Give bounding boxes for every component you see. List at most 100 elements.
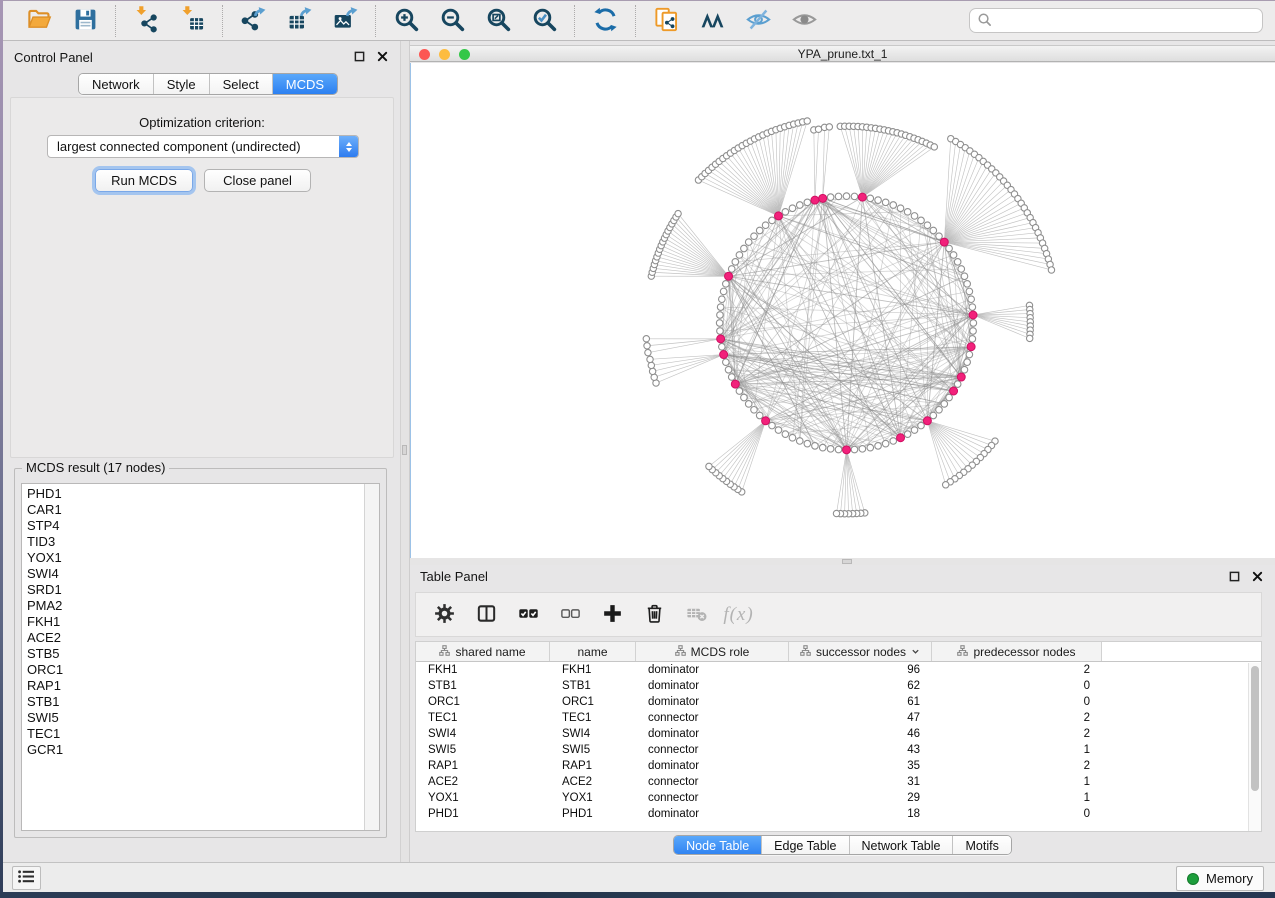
column-header-successor-nodes[interactable]: successor nodes xyxy=(789,642,932,661)
tab-motifs[interactable]: Motifs xyxy=(952,836,1010,855)
table-row[interactable]: TEC1TEC1connector472 xyxy=(416,710,1261,726)
export-image-button[interactable] xyxy=(326,4,364,38)
tab-edge-table[interactable]: Edge Table xyxy=(761,836,848,855)
mcds-result-item[interactable]: TEC1 xyxy=(22,726,364,742)
float-panel-button[interactable] xyxy=(353,50,366,63)
delete-row-button[interactable] xyxy=(638,598,671,631)
splitter-grip[interactable] xyxy=(842,559,852,564)
gear-button[interactable] xyxy=(428,598,461,631)
zoom-fit-button[interactable] xyxy=(479,4,517,38)
mcds-node[interactable] xyxy=(762,417,770,425)
window-minimize-button[interactable] xyxy=(439,49,450,60)
close-panel-button[interactable]: Close panel xyxy=(204,169,311,192)
network-svg[interactable] xyxy=(411,63,1275,558)
network-canvas[interactable] xyxy=(410,63,1275,558)
mcds-node[interactable] xyxy=(843,446,851,454)
mcds-result-item[interactable]: GCR1 xyxy=(22,742,364,758)
mcds-node[interactable] xyxy=(950,387,958,395)
tab-node-table[interactable]: Node Table xyxy=(674,836,761,855)
mcds-node[interactable] xyxy=(969,311,977,319)
result-list-scrollbar[interactable] xyxy=(364,484,379,830)
mcds-result-item[interactable]: STP4 xyxy=(22,518,364,534)
mcds-result-item[interactable]: SWI5 xyxy=(22,710,364,726)
float-panel-button[interactable] xyxy=(1228,570,1241,583)
save-session-button[interactable] xyxy=(66,4,104,38)
network-window-titlebar[interactable]: YPA_prune.txt_1 xyxy=(410,45,1275,62)
memory-button[interactable]: Memory xyxy=(1176,866,1264,891)
mcds-node[interactable] xyxy=(858,193,866,201)
import-network-button[interactable] xyxy=(127,4,165,38)
table-row[interactable]: STB1STB1dominator620 xyxy=(416,678,1261,694)
mcds-result-item[interactable]: TID3 xyxy=(22,534,364,550)
tab-select[interactable]: Select xyxy=(209,74,272,94)
mcds-result-item[interactable]: STB1 xyxy=(22,694,364,710)
refresh-view-button[interactable] xyxy=(586,4,624,38)
mcds-node[interactable] xyxy=(720,351,728,359)
mcds-result-item[interactable]: STB5 xyxy=(22,646,364,662)
tab-mcds[interactable]: MCDS xyxy=(272,74,337,94)
table-row[interactable]: SWI4SWI4dominator462 xyxy=(416,726,1261,742)
search-box[interactable] xyxy=(969,8,1263,33)
export-table-button[interactable] xyxy=(280,4,318,38)
mcds-node[interactable] xyxy=(967,343,975,351)
mcds-result-item[interactable]: PHD1 xyxy=(22,486,364,502)
tab-network-table[interactable]: Network Table xyxy=(849,836,953,855)
window-close-button[interactable] xyxy=(419,49,430,60)
table-row[interactable]: ACE2ACE2connector311 xyxy=(416,774,1261,790)
optimization-select[interactable]: largest connected component (undirected) xyxy=(47,135,359,158)
table-row[interactable]: YOX1YOX1connector291 xyxy=(416,790,1261,806)
column-header-predecessor-nodes[interactable]: predecessor nodes xyxy=(932,642,1102,661)
column-header-MCDS-role[interactable]: MCDS role xyxy=(636,642,789,661)
select-all-button[interactable] xyxy=(512,598,545,631)
vertical-splitter[interactable] xyxy=(400,41,410,862)
search-input[interactable] xyxy=(996,14,1255,28)
table-row[interactable]: ORC1ORC1dominator610 xyxy=(416,694,1261,710)
mcds-result-item[interactable]: ORC1 xyxy=(22,662,364,678)
mcds-node[interactable] xyxy=(819,194,827,202)
first-neighbors-button[interactable] xyxy=(693,4,731,38)
mcds-result-item[interactable]: SWI4 xyxy=(22,566,364,582)
mcds-result-item[interactable]: RAP1 xyxy=(22,678,364,694)
mcds-node[interactable] xyxy=(897,434,905,442)
close-panel-icon[interactable] xyxy=(1251,570,1264,583)
panel-menu-button[interactable] xyxy=(12,866,41,890)
mcds-result-item[interactable]: PMA2 xyxy=(22,598,364,614)
mcds-result-item[interactable]: ACE2 xyxy=(22,630,364,646)
import-table-button[interactable] xyxy=(173,4,211,38)
table-row[interactable]: SWI5SWI5connector431 xyxy=(416,742,1261,758)
horizontal-splitter[interactable] xyxy=(410,558,1275,565)
export-network-button[interactable] xyxy=(234,4,272,38)
deselect-all-button[interactable] xyxy=(554,598,587,631)
column-header-name[interactable]: name xyxy=(550,642,636,661)
mcds-result-item[interactable]: YOX1 xyxy=(22,550,364,566)
mcds-node[interactable] xyxy=(725,272,733,280)
mcds-node[interactable] xyxy=(811,196,819,204)
close-panel-icon[interactable] xyxy=(376,50,389,63)
splitter-grip[interactable] xyxy=(402,445,407,455)
column-header-shared-name[interactable]: shared name xyxy=(416,642,550,661)
hide-selected-button[interactable] xyxy=(739,4,777,38)
split-view-button[interactable] xyxy=(470,598,503,631)
zoom-in-button[interactable] xyxy=(387,4,425,38)
run-mcds-button[interactable]: Run MCDS xyxy=(95,169,193,192)
mcds-result-item[interactable]: CAR1 xyxy=(22,502,364,518)
open-session-button[interactable] xyxy=(20,4,58,38)
table-row[interactable]: PHD1PHD1dominator180 xyxy=(416,806,1261,822)
mcds-result-item[interactable]: SRD1 xyxy=(22,582,364,598)
add-row-button[interactable] xyxy=(596,598,629,631)
scrollbar-thumb[interactable] xyxy=(1251,666,1259,791)
mcds-node[interactable] xyxy=(717,335,725,343)
tab-style[interactable]: Style xyxy=(153,74,209,94)
show-all-button[interactable] xyxy=(785,4,823,38)
mcds-node[interactable] xyxy=(940,238,948,246)
table-row[interactable]: FKH1FKH1dominator962 xyxy=(416,662,1261,678)
table-row[interactable]: RAP1RAP1dominator352 xyxy=(416,758,1261,774)
table-scrollbar[interactable] xyxy=(1248,663,1261,831)
zoom-selected-button[interactable] xyxy=(525,4,563,38)
duplicate-network-button[interactable] xyxy=(647,4,685,38)
window-zoom-button[interactable] xyxy=(459,49,470,60)
mcds-node[interactable] xyxy=(923,417,931,425)
tab-network[interactable]: Network xyxy=(79,74,153,94)
mcds-result-item[interactable]: FKH1 xyxy=(22,614,364,630)
mcds-node[interactable] xyxy=(957,373,965,381)
